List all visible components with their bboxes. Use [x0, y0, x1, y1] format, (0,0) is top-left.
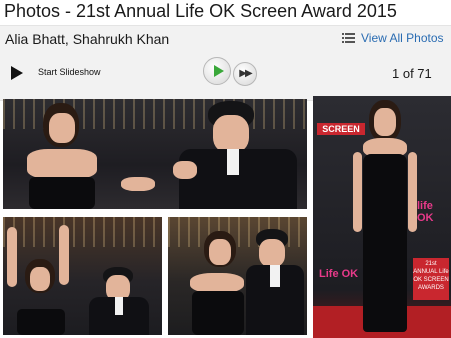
list-icon — [342, 33, 355, 43]
photo-figure-dress — [363, 154, 407, 332]
photo-counter: 1 of 71 — [392, 66, 432, 81]
photo-figure-hand — [121, 177, 155, 191]
photo-figure-arm-2 — [59, 225, 69, 285]
photo-figure-face — [30, 267, 50, 291]
screen-awards-logo: 21st ANNUAL Life OK SCREEN AWARDS — [413, 258, 449, 300]
photo-figure-face-2 — [259, 239, 285, 267]
photo-figure-shirt — [270, 265, 280, 287]
photo-figure-arm — [7, 227, 17, 287]
photo-figure-face-2 — [213, 115, 249, 153]
photo-figure-hand-2 — [173, 161, 197, 179]
view-all-label: View All Photos — [361, 31, 444, 45]
view-all-photos-link[interactable]: View All Photos — [342, 31, 444, 45]
photo-figure-face — [374, 108, 396, 136]
play-button[interactable] — [203, 57, 231, 85]
photo-figure-dress — [192, 291, 244, 335]
photo-figure-face — [209, 239, 231, 265]
photo-figure-shirt — [227, 149, 239, 175]
photo-figure-face — [49, 113, 75, 143]
photo-figure-shirt — [115, 297, 123, 315]
play-icon — [214, 65, 224, 77]
fast-forward-icon: ▶▶ — [239, 68, 252, 79]
life-ok-logo: Life OK — [319, 268, 359, 280]
photo-figure-dress — [17, 309, 65, 335]
photo-thumbnail-3[interactable] — [168, 217, 307, 335]
screen-logo: SCREEN — [317, 123, 365, 135]
photo-figure-dress — [29, 177, 95, 209]
page-title: Photos - 21st Annual Life OK Screen Awar… — [4, 1, 397, 21]
photo-figure-arm-2 — [408, 152, 417, 232]
start-slideshow-label[interactable]: Start Slideshow — [38, 67, 101, 77]
life-ok-logo-2: life OK — [417, 200, 434, 224]
photo-figure-shoulders — [190, 273, 244, 293]
photo-figure-shoulders — [27, 149, 97, 179]
photo-thumbnail-4[interactable]: SCREEN Life OK life OK 21st ANNUAL Life … — [313, 96, 451, 338]
photo-caption: Alia Bhatt, Shahrukh Khan — [5, 31, 170, 47]
photo-thumbnail-2[interactable] — [3, 217, 162, 335]
stage-lights — [3, 217, 162, 247]
photo-thumbnail-1[interactable] — [3, 99, 307, 209]
next-button[interactable]: ▶▶ — [233, 62, 257, 86]
photo-figure-arm — [353, 152, 362, 232]
start-slideshow-icon[interactable] — [11, 66, 23, 80]
gallery-info-bar: Alia Bhatt, Shahrukh Khan View All Photo… — [0, 25, 451, 101]
